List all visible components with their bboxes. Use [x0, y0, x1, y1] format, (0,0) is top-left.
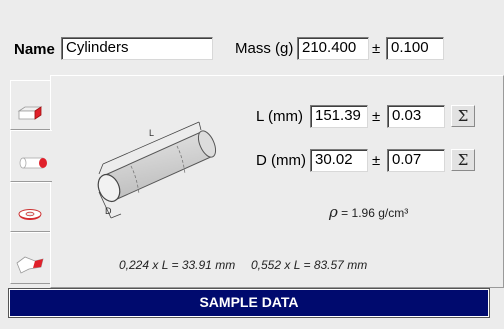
length-label: L (mm)	[256, 108, 303, 125]
density-value: = 1.96 g/cm³	[341, 206, 409, 220]
formula-second: 0,552 x L = 83.57 mm	[251, 258, 368, 272]
mass-field[interactable]: 210.400	[297, 37, 369, 60]
length-dimension-label: L	[149, 128, 154, 138]
length-field[interactable]: 151.39	[310, 105, 368, 128]
length-plus-minus: ±	[372, 108, 381, 125]
sample-data-banner: SAMPLE DATA	[9, 289, 489, 317]
irregular-shape-icon	[16, 256, 44, 274]
cylinder-panel: L D L (mm) 151.39 ± 0.03 Σ D (mm) 30.02 …	[50, 75, 504, 288]
length-sigma-button[interactable]: Σ	[451, 105, 475, 127]
tab-cylinder[interactable]	[10, 130, 52, 182]
diameter-uncertainty-field[interactable]: 0.07	[387, 149, 445, 172]
cylinder-icon	[19, 157, 47, 169]
diameter-plus-minus: ±	[372, 152, 381, 169]
tab-ring[interactable]	[10, 182, 50, 232]
rho-symbol: ρ	[329, 203, 338, 221]
diameter-dimension-label: D	[105, 206, 112, 216]
mass-plus-minus: ±	[372, 40, 381, 57]
density-readout: ρ = 1.96 g/cm³	[329, 203, 408, 221]
mass-uncertainty-field[interactable]: 0.100	[386, 37, 444, 60]
length-uncertainty-field[interactable]: 0.03	[387, 105, 445, 128]
diameter-sigma-button[interactable]: Σ	[451, 149, 475, 171]
name-field[interactable]: Cylinders	[61, 37, 213, 60]
mass-label: Mass (g)	[235, 40, 294, 57]
prism-icon	[17, 106, 43, 120]
diameter-label: D (mm)	[256, 152, 306, 169]
formula-first: 0,224 x L = 33.91 mm	[119, 258, 236, 272]
tab-prism[interactable]	[10, 80, 50, 130]
diameter-field[interactable]: 30.02	[310, 149, 368, 172]
ring-icon	[18, 209, 42, 220]
tab-irregular-shape[interactable]	[10, 232, 50, 284]
cylinder-diagram: L D	[97, 121, 217, 219]
name-label: Name	[14, 41, 55, 58]
